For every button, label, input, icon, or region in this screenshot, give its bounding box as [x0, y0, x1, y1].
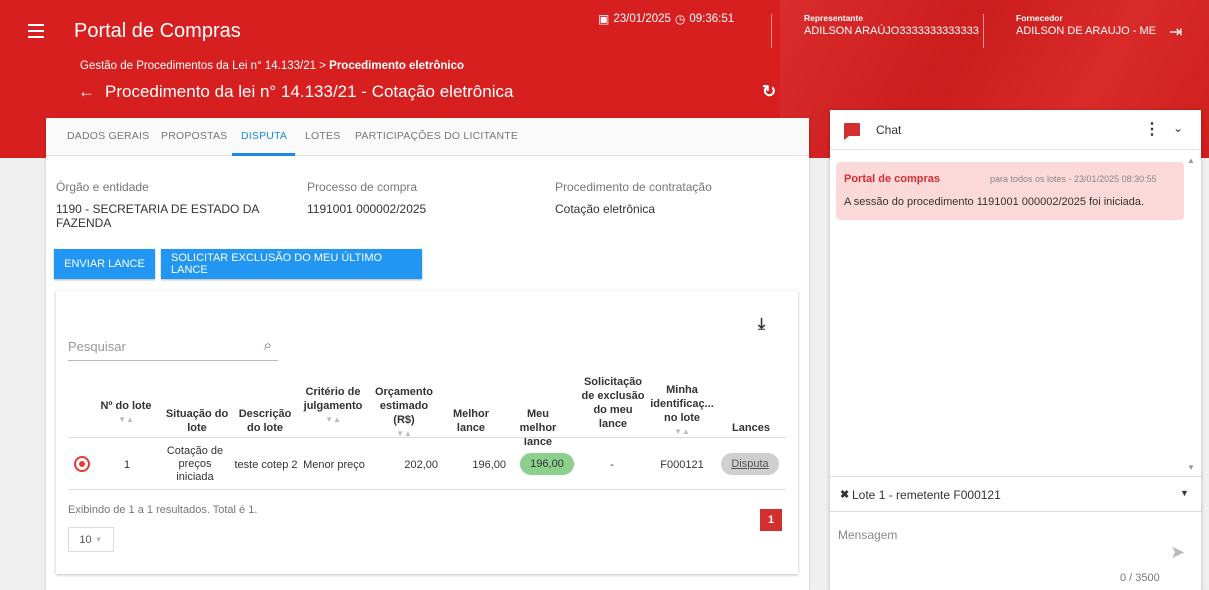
- col-situacao[interactable]: Situação do lote: [164, 407, 230, 435]
- calendar-icon: ▣: [598, 12, 610, 26]
- header-divider: [68, 437, 786, 438]
- datetime: ▣ 23/01/2025 ◷ 09:36:51: [598, 12, 734, 26]
- search-input[interactable]: Pesquisar ⌕: [68, 337, 278, 361]
- col-criterio-label: Critério de julgamento: [303, 386, 363, 412]
- refresh-icon[interactable]: ↻: [762, 82, 776, 102]
- tab-lotes[interactable]: LOTES: [305, 130, 340, 142]
- row-radio[interactable]: [74, 456, 90, 472]
- col-criterio[interactable]: Critério de julgamento ▼▲: [302, 385, 364, 427]
- chat-header: Chat ⋮ ⌄: [830, 110, 1201, 150]
- sort-icon[interactable]: ▼▲: [302, 413, 364, 427]
- fornecedor-label: Fornecedor: [1016, 13, 1063, 23]
- cell-descricao: teste cotep 2: [234, 459, 298, 471]
- breadcrumb-parent[interactable]: Gestão de Procedimentos da Lei n° 14.133…: [80, 60, 329, 72]
- procedimento-label: Procedimento de contratação: [555, 180, 712, 194]
- orgao-label: Órgão e entidade: [56, 180, 149, 194]
- enviar-lance-button[interactable]: ENVIAR LANCE: [54, 249, 155, 279]
- chat-scrollbar[interactable]: ▲ ▼: [1187, 156, 1197, 472]
- divider: [771, 14, 772, 48]
- cell-identificacao: F000121: [660, 459, 704, 471]
- chat-bubble-icon: [844, 123, 860, 140]
- app-title[interactable]: Portal de Compras: [74, 20, 241, 43]
- lote-selector[interactable]: ✖ Lote 1 - remetente F000121 ▼: [830, 476, 1201, 512]
- message-sender: Portal de compras: [844, 173, 940, 185]
- col-lances: Lances: [732, 422, 770, 434]
- breadcrumb: Gestão de Procedimentos da Lei n° 14.133…: [80, 60, 464, 72]
- tab-disputa[interactable]: DISPUTA: [241, 130, 287, 142]
- page-size-value: 10: [79, 533, 92, 546]
- main-card: DADOS GERAIS PROPOSTAS DISPUTA LOTES PAR…: [46, 118, 809, 590]
- disputa-button[interactable]: Disputa: [721, 453, 779, 475]
- col-identificacao-label: Minha identificaç... no lote: [650, 384, 714, 424]
- page-title-row: ← Procedimento da lei n° 14.133/21 - Cot…: [78, 82, 513, 102]
- fornecedor-value: ADILSON DE ARAUJO - ME: [1016, 25, 1156, 37]
- date-text: 23/01/2025: [613, 13, 671, 25]
- tab-propostas[interactable]: PROPOSTAS: [161, 130, 227, 142]
- active-tab-indicator: [232, 153, 295, 156]
- tab-participacoes[interactable]: PARTICIPAÇÕES DO LICITANTE: [355, 130, 518, 142]
- divider: [983, 14, 984, 48]
- chevron-down-icon: ▼: [94, 535, 103, 544]
- cell-criterio: Menor preço: [303, 459, 365, 471]
- representante-value: ADILSON ARAÚJO3333333333333: [804, 25, 979, 37]
- lote-selector-label: Lote 1 - remetente F000121: [852, 488, 1001, 502]
- col-orcamento[interactable]: Orçamento estimado (R$) ▼▲: [372, 385, 436, 441]
- close-icon[interactable]: ✖: [840, 488, 849, 501]
- chat-title: Chat: [876, 123, 902, 137]
- send-icon[interactable]: ➤: [1170, 542, 1185, 563]
- tab-bar: DADOS GERAIS PROPOSTAS DISPUTA LOTES PAR…: [46, 118, 809, 156]
- breadcrumb-current: Procedimento eletrônico: [329, 60, 464, 72]
- cell-solicitacao: -: [610, 459, 614, 471]
- meu-melhor-badge: 196,00: [520, 453, 574, 475]
- tab-dados-gerais[interactable]: DADOS GERAIS: [67, 130, 149, 142]
- download-icon[interactable]: ⤓: [758, 316, 765, 334]
- sort-icon[interactable]: ▼▲: [372, 427, 436, 441]
- char-counter: 0 / 3500: [1120, 572, 1160, 584]
- time-text: 09:36:51: [689, 13, 735, 25]
- col-orcamento-label: Orçamento estimado (R$): [374, 386, 434, 426]
- col-descricao[interactable]: Descrição do lote: [236, 407, 294, 435]
- col-meu-melhor[interactable]: Meu melhor lance: [508, 407, 568, 449]
- fornecedor-block: Fornecedor ADILSON DE ARAUJO - ME: [1016, 13, 1156, 37]
- representante-label: Representante: [804, 13, 864, 23]
- scroll-down-icon[interactable]: ▼: [1187, 463, 1195, 472]
- cell-orcamento: 202,00: [404, 459, 438, 471]
- search-icon[interactable]: ⌕: [264, 337, 272, 354]
- back-arrow-icon[interactable]: ←: [78, 82, 95, 102]
- processo-label: Processo de compra: [307, 180, 418, 194]
- page-button-current[interactable]: 1: [760, 509, 782, 531]
- col-identificacao[interactable]: Minha identificaç... no lote ▼▲: [650, 383, 714, 439]
- representante-block: Representante ADILSON ARAÚJO333333333333…: [804, 13, 979, 37]
- col-lote-label: Nº do lote: [100, 400, 152, 412]
- col-melhor[interactable]: Melhor lance: [446, 407, 496, 435]
- results-summary: Exibindo de 1 a 1 resultados. Total é 1.: [68, 504, 258, 516]
- message-meta: para todos os lotes - 23/01/2025 08:30:5…: [990, 174, 1157, 184]
- search-placeholder: Pesquisar: [68, 339, 126, 354]
- chevron-down-icon[interactable]: ⌄: [1173, 121, 1183, 135]
- cell-lote: 1: [123, 459, 131, 471]
- chat-message: Portal de compras para todos os lotes - …: [836, 162, 1184, 220]
- message-input[interactable]: Mensagem: [838, 528, 897, 542]
- solicitar-exclusao-button[interactable]: SOLICITAR EXCLUSÃO DO MEU ÚLTIMO LANCE: [161, 249, 422, 279]
- cell-situacao: Cotação de preços iniciada: [166, 445, 224, 483]
- col-lote[interactable]: Nº do lote ▼▲: [100, 399, 152, 427]
- page-size-select[interactable]: 10 ▼: [68, 527, 114, 552]
- scroll-up-icon[interactable]: ▲: [1187, 156, 1195, 165]
- menu-icon[interactable]: [28, 24, 44, 38]
- dropdown-arrow-icon[interactable]: ▼: [1180, 488, 1189, 498]
- sort-icon[interactable]: ▼▲: [100, 413, 152, 427]
- cell-melhor: 196,00: [472, 459, 506, 471]
- row-divider: [68, 489, 786, 490]
- processo-value: 1191001 000002/2025: [307, 202, 427, 216]
- clock-icon: ◷: [674, 12, 686, 26]
- procedimento-value: Cotação eletrônica: [555, 202, 656, 216]
- more-vert-icon[interactable]: ⋮: [1144, 119, 1160, 139]
- logout-icon[interactable]: ⇥: [1169, 22, 1182, 42]
- message-text: A sessão do procedimento 1191001 000002/…: [844, 196, 1145, 208]
- col-solicitacao[interactable]: Solicitação de exclusão do meu lance: [580, 375, 646, 431]
- orgao-value: 1190 - SECRETARIA DE ESTADO DA FAZENDA: [56, 202, 259, 230]
- lotes-table-card: Pesquisar ⌕ ⤓ Nº do lote ▼▲ Situação do …: [56, 291, 798, 574]
- chat-panel: Chat ⋮ ⌄ Portal de compras para todos os…: [830, 110, 1201, 590]
- page-title: Procedimento da lei n° 14.133/21 - Cotaç…: [105, 82, 514, 101]
